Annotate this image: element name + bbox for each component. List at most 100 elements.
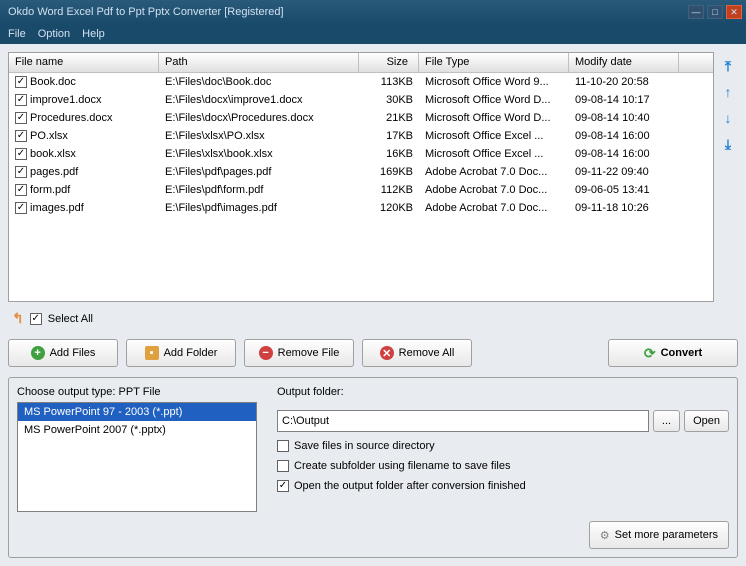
file-path: E:\Files\pdf\pages.pdf <box>159 165 359 179</box>
file-date: 09-11-22 09:40 <box>569 165 679 179</box>
file-type: Adobe Acrobat 7.0 Doc... <box>419 201 569 215</box>
menu-file[interactable]: File <box>8 28 26 40</box>
file-date: 09-08-14 16:00 <box>569 129 679 143</box>
file-date: 09-08-14 16:00 <box>569 147 679 161</box>
menu-help[interactable]: Help <box>82 28 105 40</box>
file-name: improve1.docx <box>30 94 102 106</box>
col-header-date[interactable]: Modify date <box>569 53 679 72</box>
file-size: 21KB <box>359 111 419 125</box>
menubar: File Option Help <box>0 24 746 44</box>
file-size: 112KB <box>359 183 419 197</box>
file-path: E:\Files\pdf\form.pdf <box>159 183 359 197</box>
file-path: E:\Files\pdf\images.pdf <box>159 201 359 215</box>
table-header: File name Path Size File Type Modify dat… <box>9 53 713 73</box>
file-date: 09-08-14 10:17 <box>569 93 679 107</box>
menu-option[interactable]: Option <box>38 28 70 40</box>
file-date: 09-08-14 10:40 <box>569 111 679 125</box>
file-size: 17KB <box>359 129 419 143</box>
x-icon: ✕ <box>380 346 394 360</box>
file-date: 09-11-18 10:26 <box>569 201 679 215</box>
table-row[interactable]: pages.pdf E:\Files\pdf\pages.pdf169KBAdob… <box>9 163 713 181</box>
row-checkbox[interactable] <box>15 184 27 196</box>
select-all-checkbox[interactable] <box>30 313 42 325</box>
file-size: 120KB <box>359 201 419 215</box>
file-path: E:\Files\doc\Book.doc <box>159 75 359 89</box>
file-size: 16KB <box>359 147 419 161</box>
open-after-label: Open the output folder after conversion … <box>294 480 526 492</box>
output-type-listbox[interactable]: MS PowerPoint 97 - 2003 (*.ppt) MS Power… <box>17 402 257 512</box>
add-files-button[interactable]: + Add Files <box>8 339 118 367</box>
save-in-source-checkbox[interactable] <box>277 440 289 452</box>
move-up-icon[interactable]: ↑ <box>720 84 736 100</box>
open-folder-button[interactable]: Open <box>684 410 729 432</box>
add-folder-button[interactable]: ▪ Add Folder <box>126 339 236 367</box>
col-header-size[interactable]: Size <box>359 53 419 72</box>
file-type: Microsoft Office Excel ... <box>419 147 569 161</box>
create-subfolder-label: Create subfolder using filename to save … <box>294 460 510 472</box>
move-bottom-icon[interactable]: ⤓ <box>720 136 736 152</box>
row-checkbox[interactable] <box>15 166 27 178</box>
table-row[interactable]: form.pdfE:\Files\pdf\form.pdf112KBAdobe … <box>9 181 713 199</box>
convert-icon: ⟳ <box>644 345 656 362</box>
file-name: PO.xlsx <box>30 130 68 142</box>
window-title: Okdo Word Excel Pdf to Ppt Pptx Converte… <box>4 6 688 18</box>
remove-file-button[interactable]: − Remove File <box>244 339 354 367</box>
up-folder-icon[interactable]: ↰ <box>12 310 24 327</box>
file-name: images.pdf <box>30 202 84 214</box>
open-after-checkbox[interactable] <box>277 480 289 492</box>
close-button[interactable]: ✕ <box>726 5 742 19</box>
minimize-button[interactable]: — <box>688 5 704 19</box>
row-checkbox[interactable] <box>15 112 27 124</box>
file-type: Adobe Acrobat 7.0 Doc... <box>419 165 569 179</box>
convert-button[interactable]: ⟳ Convert <box>608 339 738 367</box>
list-item[interactable]: MS PowerPoint 2007 (*.pptx) <box>18 421 256 439</box>
file-size: 169KB <box>359 165 419 179</box>
file-date: 11-10-20 20:58 <box>569 75 679 89</box>
file-path: E:\Files\xlsx\PO.xlsx <box>159 129 359 143</box>
titlebar: Okdo Word Excel Pdf to Ppt Pptx Converte… <box>0 0 746 24</box>
maximize-button[interactable]: □ <box>707 5 723 19</box>
file-path: E:\Files\docx\improve1.docx <box>159 93 359 107</box>
save-in-source-label: Save files in source directory <box>294 440 435 452</box>
remove-all-button[interactable]: ✕ Remove All <box>362 339 472 367</box>
create-subfolder-checkbox[interactable] <box>277 460 289 472</box>
set-more-parameters-button[interactable]: ⚙ Set more parameters <box>589 521 729 549</box>
file-name: pages.pdf <box>30 166 78 178</box>
table-row[interactable]: PO.xlsx E:\Files\xlsx\PO.xlsx17KBMicrosof… <box>9 127 713 145</box>
file-date: 09-06-05 13:41 <box>569 183 679 197</box>
file-type: Microsoft Office Word 9... <box>419 75 569 89</box>
file-size: 113KB <box>359 75 419 89</box>
file-name: book.xlsx <box>30 148 76 160</box>
table-row[interactable]: Book.doc E:\Files\doc\Book.doc113KBMicros… <box>9 73 713 91</box>
row-checkbox[interactable] <box>15 202 27 214</box>
output-folder-input[interactable] <box>277 410 649 432</box>
file-type: Microsoft Office Word D... <box>419 93 569 107</box>
plus-icon: + <box>31 346 45 360</box>
file-type: Microsoft Office Word D... <box>419 111 569 125</box>
table-row[interactable]: images.pdf E:\Files\pdf\images.pdf120KBAd… <box>9 199 713 217</box>
row-checkbox[interactable] <box>15 130 27 142</box>
col-header-type[interactable]: File Type <box>419 53 569 72</box>
table-row[interactable]: Procedures.docx E:\Files\docx\Procedures.… <box>9 109 713 127</box>
file-path: E:\Files\xlsx\book.xlsx <box>159 147 359 161</box>
row-checkbox[interactable] <box>15 94 27 106</box>
move-top-icon[interactable]: ⤒ <box>720 58 736 74</box>
file-type: Microsoft Office Excel ... <box>419 129 569 143</box>
file-path: E:\Files\docx\Procedures.docx <box>159 111 359 125</box>
col-header-path[interactable]: Path <box>159 53 359 72</box>
row-checkbox[interactable] <box>15 76 27 88</box>
table-row[interactable]: improve1.docx E:\Files\docx\improve1.docx… <box>9 91 713 109</box>
list-item[interactable]: MS PowerPoint 97 - 2003 (*.ppt) <box>18 403 256 421</box>
file-name: Book.doc <box>30 76 76 88</box>
file-name: Procedures.docx <box>30 112 113 124</box>
move-down-icon[interactable]: ↓ <box>720 110 736 126</box>
select-all-label: Select All <box>48 313 93 325</box>
table-row[interactable]: book.xlsx E:\Files\xlsx\book.xlsx16KBMicr… <box>9 145 713 163</box>
minus-icon: − <box>259 346 273 360</box>
col-header-name[interactable]: File name <box>9 53 159 72</box>
output-type-label: Choose output type: PPT File <box>17 386 257 398</box>
row-checkbox[interactable] <box>15 148 27 160</box>
file-table: File name Path Size File Type Modify dat… <box>8 52 714 302</box>
browse-button[interactable]: ... <box>653 410 680 432</box>
folder-icon: ▪ <box>145 346 159 360</box>
